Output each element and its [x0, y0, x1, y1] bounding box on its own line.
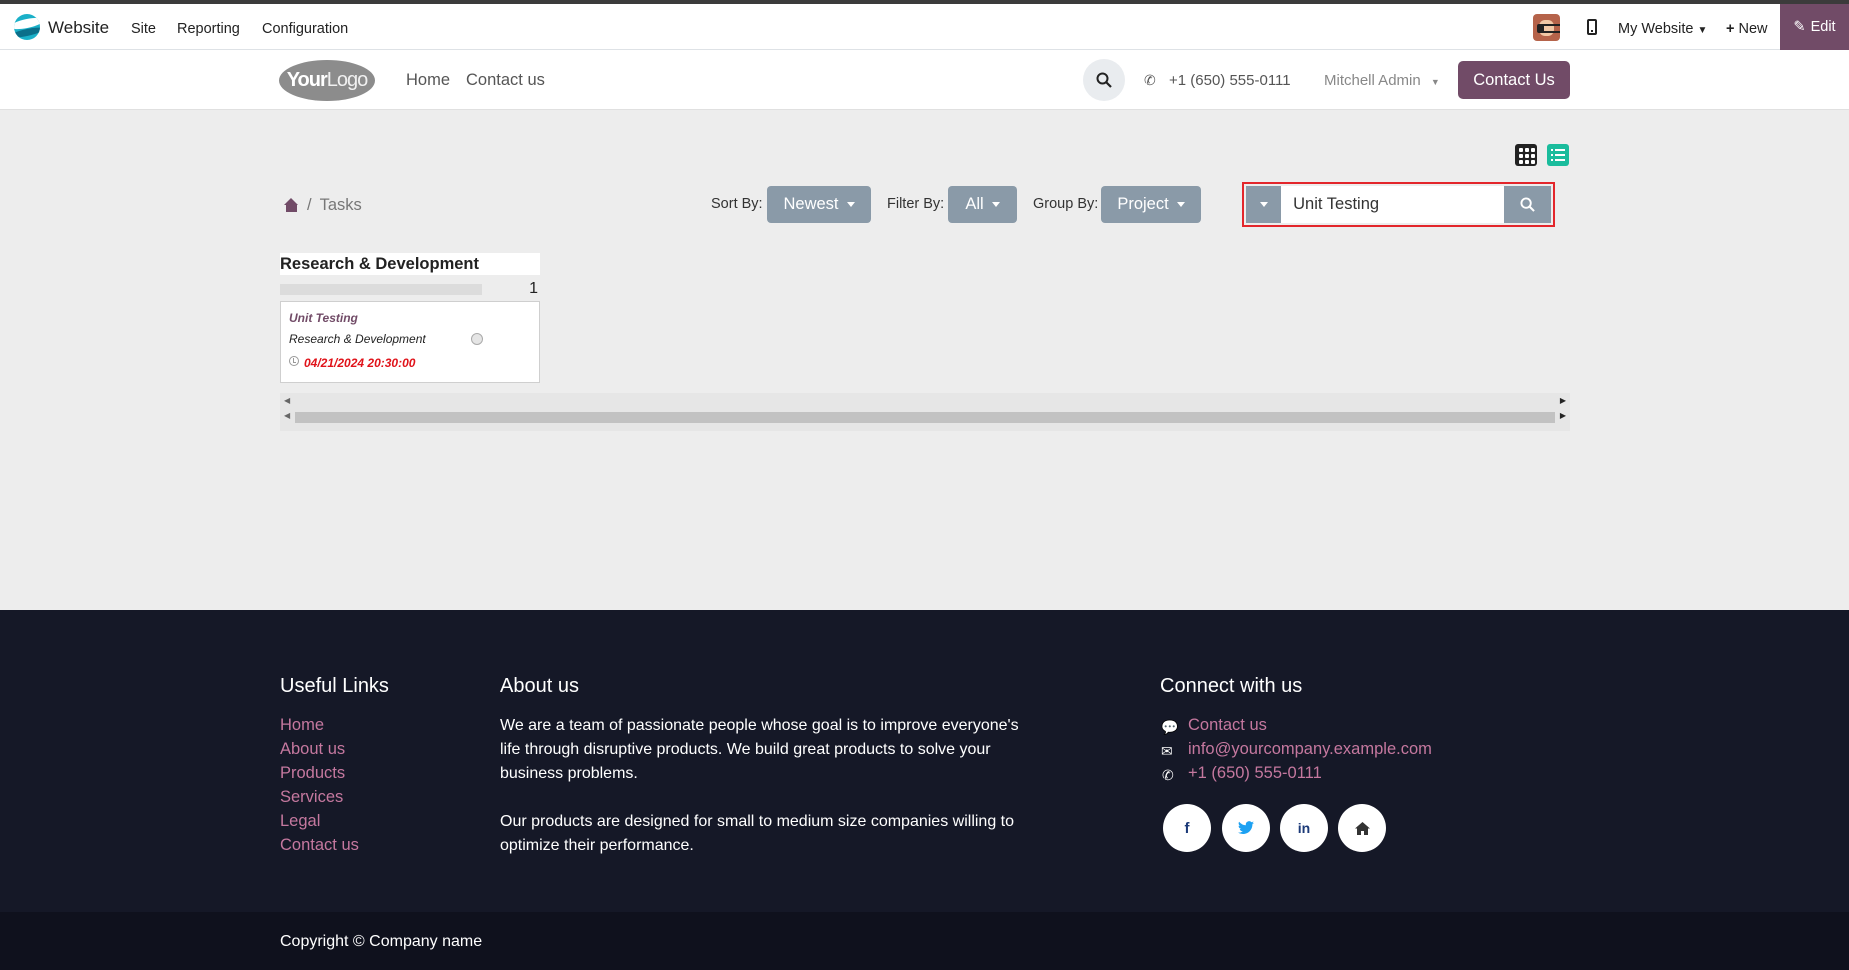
pencil-icon: ✎	[1793, 19, 1806, 35]
status-circle-icon	[471, 333, 483, 345]
envelope-icon: ✉	[1161, 743, 1173, 759]
scroll-right-icon[interactable]: ▶	[1560, 396, 1566, 405]
about-us-heading: About us	[500, 675, 579, 697]
sort-by-dropdown[interactable]: Newest	[767, 186, 871, 223]
search-submit-button[interactable]	[1504, 186, 1551, 223]
search-icon	[1096, 72, 1112, 88]
company-logo[interactable]: Your Logo	[279, 60, 375, 101]
task-card[interactable]: Unit Testing Research & Development 04/2…	[280, 301, 540, 383]
sort-by-label: Sort By:	[711, 196, 763, 212]
footer-phone-link[interactable]: +1 (650) 555-0111	[1188, 764, 1322, 783]
nav-contact-us[interactable]: Contact us	[466, 71, 545, 90]
scroll-right-icon[interactable]: ▶	[1560, 411, 1566, 420]
caret-down-icon: ▼	[1430, 77, 1440, 87]
contact-us-button[interactable]: Contact Us	[1458, 61, 1570, 99]
about-text-line: We are a team of passionate people whose…	[500, 717, 1019, 734]
mobile-preview-icon[interactable]	[1587, 19, 1597, 35]
about-text-line: optimize their performance.	[500, 837, 694, 854]
group-by-value: Project	[1117, 195, 1169, 213]
caret-down-icon	[991, 202, 1000, 207]
linkedin-icon[interactable]: in	[1280, 804, 1328, 852]
filter-by-value: All	[965, 195, 984, 213]
edit-button[interactable]: ✎ Edit	[1780, 4, 1849, 50]
menu-site[interactable]: Site	[131, 21, 156, 37]
header-search-button[interactable]	[1083, 59, 1125, 101]
task-search-box	[1242, 182, 1555, 227]
task-search-input[interactable]	[1281, 186, 1505, 223]
search-options-dropdown[interactable]	[1246, 186, 1282, 223]
home-icon[interactable]	[284, 198, 299, 213]
group-by-label: Group By:	[1033, 196, 1099, 212]
breadcrumb-tasks: Tasks	[319, 196, 362, 214]
breadcrumb: / Tasks	[284, 196, 362, 215]
filter-by-label: Filter By:	[887, 196, 945, 212]
menu-configuration[interactable]: Configuration	[262, 21, 348, 37]
nav-home[interactable]: Home	[406, 71, 450, 90]
about-text-line: business problems.	[500, 765, 638, 782]
footer-email-link[interactable]: info@yourcompany.example.com	[1188, 740, 1432, 759]
about-text-line: life through disruptive products. We bui…	[500, 741, 991, 758]
my-website-label: My Website	[1618, 21, 1694, 37]
footer-link-products[interactable]: Products	[280, 764, 345, 783]
caret-down-icon	[846, 202, 855, 207]
column-title: Research & Development	[280, 253, 540, 275]
plus-icon: +	[1726, 21, 1735, 37]
task-deadline: 04/21/2024 20:30:00	[304, 356, 416, 370]
site-footer: Useful Links Home About us Products Serv…	[0, 610, 1849, 912]
footer-link-legal[interactable]: Legal	[280, 812, 320, 831]
footer-contact-link[interactable]: Contact us	[1188, 716, 1267, 735]
site-header: Your Logo Home Contact us ✆ +1 (650) 555-…	[0, 51, 1849, 110]
list-view-toggle[interactable]	[1547, 144, 1569, 166]
phone-icon: ✆	[1144, 72, 1156, 88]
about-text-line: Our products are designed for small to m…	[500, 813, 1015, 830]
copyright-text: Copyright © Company name	[280, 933, 483, 950]
useful-links-heading: Useful Links	[280, 675, 389, 697]
website-app-icon[interactable]	[14, 14, 40, 40]
main-content: / Tasks Sort By: Newest Filter By: All G…	[0, 110, 1849, 610]
footer-link-home[interactable]: Home	[280, 716, 324, 735]
scroll-left-icon[interactable]: ◀	[284, 411, 290, 420]
copyright-bar: Copyright © Company name	[0, 912, 1849, 970]
menu-reporting[interactable]: Reporting	[177, 21, 240, 37]
comment-icon: 💬	[1161, 719, 1179, 735]
caret-down-icon: ▼	[1697, 25, 1708, 36]
user-avatar[interactable]	[1533, 14, 1560, 41]
group-by-dropdown[interactable]: Project	[1101, 186, 1201, 223]
my-website-dropdown[interactable]: My Website ▼	[1618, 21, 1707, 37]
facebook-icon[interactable]: f	[1163, 804, 1211, 852]
task-project: Research & Development	[289, 332, 426, 346]
search-icon	[1520, 197, 1535, 212]
connect-heading: Connect with us	[1160, 675, 1303, 697]
footer-link-services[interactable]: Services	[280, 788, 343, 807]
caret-down-icon	[1176, 202, 1185, 207]
caret-down-icon	[1259, 202, 1268, 207]
logo-text-your: Your	[286, 69, 328, 91]
kanban-view-toggle[interactable]	[1515, 144, 1537, 166]
phone-icon: ✆	[1162, 767, 1174, 783]
task-title[interactable]: Unit Testing	[289, 311, 358, 325]
clock-icon	[289, 356, 299, 366]
edit-label: Edit	[1810, 19, 1836, 35]
user-menu[interactable]: Mitchell Admin ▼	[1324, 72, 1440, 89]
footer-link-contact-us[interactable]: Contact us	[280, 836, 359, 855]
home-icon[interactable]	[1338, 804, 1386, 852]
user-name: Mitchell Admin	[1324, 72, 1421, 89]
breadcrumb-separator: /	[307, 196, 312, 214]
horizontal-scrollbar[interactable]: ◀ ▶ ◀ ▶	[280, 393, 1570, 431]
admin-navbar: Website Site Reporting Configuration My …	[0, 4, 1849, 50]
logo-text-logo: Logo	[326, 69, 368, 91]
column-progress-bar	[280, 284, 482, 295]
footer-link-about-us[interactable]: About us	[280, 740, 345, 759]
kanban-column: Research & Development 1 Unit Testing Re…	[280, 253, 540, 383]
scroll-left-icon[interactable]: ◀	[284, 396, 290, 405]
sort-by-value: Newest	[783, 195, 839, 213]
column-count: 1	[529, 280, 538, 297]
app-name[interactable]: Website	[48, 18, 109, 38]
new-label: New	[1738, 21, 1768, 37]
scrollbar-thumb[interactable]	[295, 412, 1555, 423]
twitter-icon[interactable]	[1222, 804, 1270, 852]
new-button[interactable]: + New	[1726, 21, 1768, 37]
filter-by-dropdown[interactable]: All	[948, 186, 1017, 223]
header-phone[interactable]: +1 (650) 555-0111	[1169, 72, 1291, 89]
